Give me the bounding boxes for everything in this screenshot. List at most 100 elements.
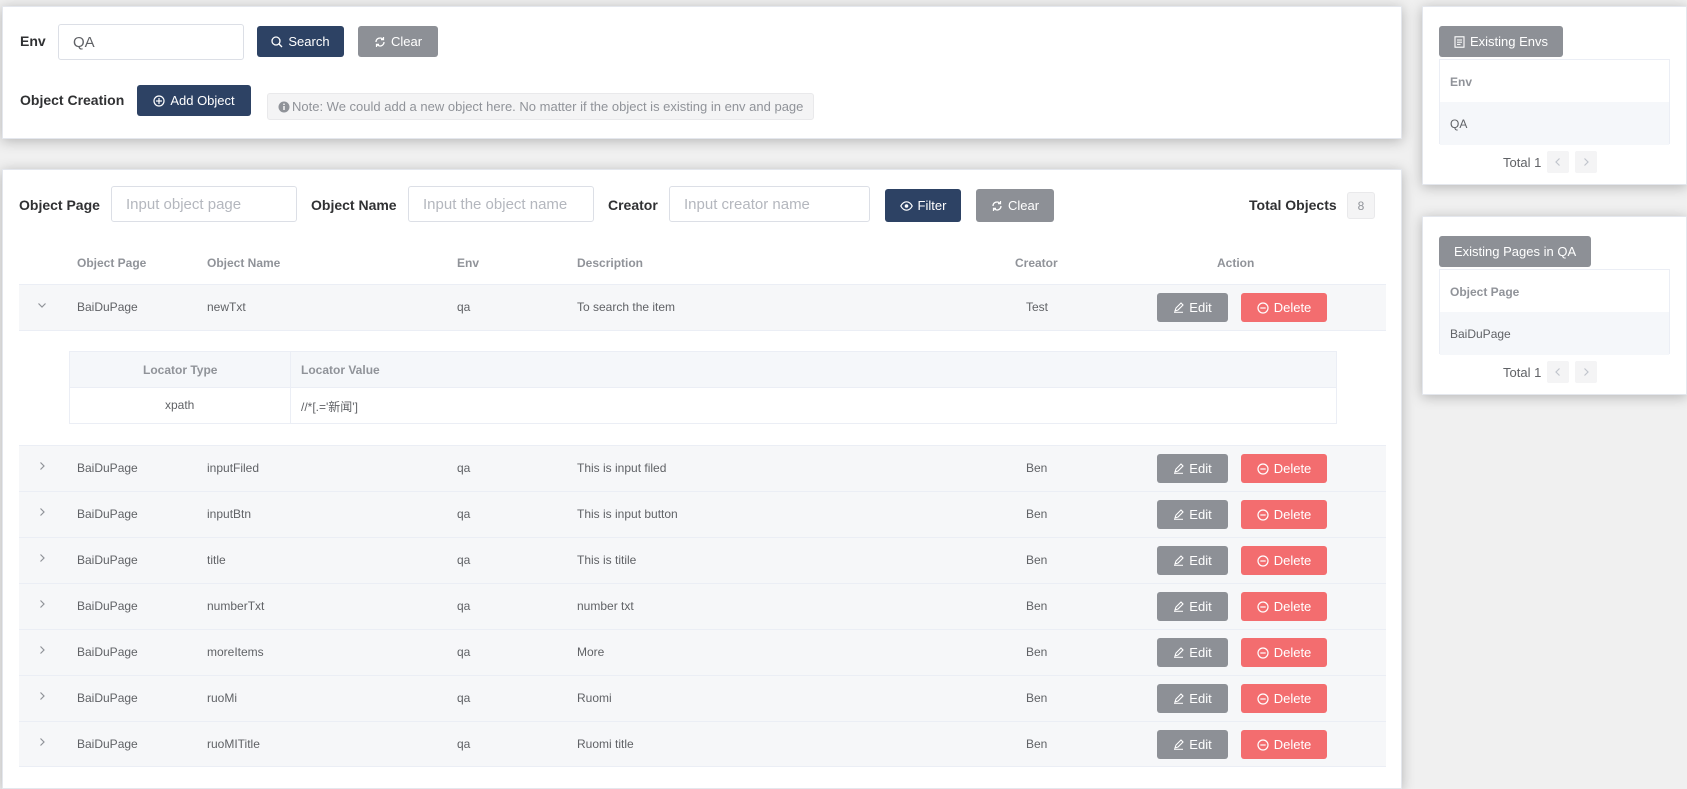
cell-object-page: BaiDuPage [77, 737, 138, 751]
chevron-right-icon[interactable] [37, 737, 47, 747]
add-object-button[interactable]: Add Object [137, 85, 251, 116]
table-row[interactable]: BaiDuPage title qa This is titile Ben Ed… [19, 537, 1386, 583]
edit-button[interactable]: Edit [1157, 293, 1228, 322]
edit-button-label: Edit [1189, 691, 1212, 706]
prev-page-button[interactable] [1547, 361, 1570, 383]
cell-object-page: BaiDuPage [77, 300, 138, 314]
chevron-right-icon[interactable] [37, 599, 47, 609]
search-icon [271, 35, 283, 48]
cell-description: This is titile [577, 553, 637, 567]
chevron-right-icon[interactable] [37, 645, 47, 655]
pages-pagination: Total 1 [1503, 361, 1598, 383]
minus-circle-icon [1257, 738, 1269, 751]
locator-table-divider [290, 352, 291, 423]
edit-button[interactable]: Edit [1157, 546, 1228, 575]
edit-button[interactable]: Edit [1157, 592, 1228, 621]
edit-icon [1173, 509, 1185, 520]
creator-filter-label: Creator [608, 197, 658, 213]
chevron-right-icon[interactable] [37, 507, 47, 517]
delete-button[interactable]: Delete [1241, 293, 1327, 322]
clear-env-button[interactable]: Clear [358, 26, 438, 57]
cell-object-name: moreItems [207, 645, 264, 659]
cell-creator: Ben [1026, 461, 1048, 475]
edit-button-label: Edit [1189, 507, 1212, 522]
chevron-right-icon[interactable] [37, 461, 47, 471]
next-page-button[interactable] [1575, 151, 1598, 173]
edit-button[interactable]: Edit [1157, 638, 1228, 667]
col-header-action: Action [1217, 256, 1255, 270]
refresh-icon [374, 36, 386, 48]
next-page-button[interactable] [1575, 361, 1598, 383]
cell-creator: Ben [1026, 507, 1048, 521]
envs-table-header-label: Env [1450, 75, 1473, 89]
table-row[interactable]: BaiDuPage moreItems qa More Ben Edit Del… [19, 629, 1386, 675]
cell-env: qa [457, 300, 471, 314]
delete-button[interactable]: Delete [1241, 500, 1327, 529]
table-row[interactable]: BaiDuPage ruoMi qa Ruomi Ben Edit Delete [19, 675, 1386, 721]
table-row[interactable]: BaiDuPage inputBtn qa This is input butt… [19, 491, 1386, 537]
filter-button[interactable]: Filter [885, 189, 961, 222]
env-search-card: Env Search Clear Object Creation Add Obj… [2, 6, 1402, 139]
cell-object-name: title [207, 553, 226, 567]
cell-creator: Ben [1026, 553, 1048, 567]
edit-icon [1173, 739, 1185, 750]
object-page-filter-input[interactable] [111, 186, 297, 222]
table-row[interactable]: BaiDuPage numberTxt qa number txt Ben Ed… [19, 583, 1386, 629]
info-icon [278, 101, 290, 113]
env-item-label: QA [1450, 117, 1468, 131]
delete-button-label: Delete [1273, 599, 1312, 614]
chevron-right-icon[interactable] [37, 553, 47, 563]
table-row[interactable]: BaiDuPage inputFiled qa This is input fi… [19, 445, 1386, 491]
chevron-right-icon[interactable] [37, 691, 47, 701]
edit-button-label: Edit [1189, 599, 1212, 614]
delete-button[interactable]: Delete [1241, 684, 1327, 713]
note-tag: Note: We could add a new object here. No… [267, 93, 815, 120]
creator-filter-input[interactable] [669, 186, 870, 222]
list-item[interactable]: BaiDuPage [1440, 312, 1669, 355]
edit-button[interactable]: Edit [1157, 730, 1228, 759]
delete-button[interactable]: Delete [1241, 730, 1327, 759]
edit-button[interactable]: Edit [1157, 454, 1228, 483]
delete-button[interactable]: Delete [1241, 454, 1327, 483]
chevron-left-icon [1554, 157, 1562, 167]
prev-page-button[interactable] [1547, 151, 1570, 173]
col-header-object-page: Object Page [77, 256, 147, 270]
cell-description: More [577, 645, 605, 659]
chevron-down-icon[interactable] [37, 300, 47, 310]
existing-envs-title: Existing Envs [1470, 34, 1549, 49]
table-row[interactable]: BaiDuPage ruoMITitle qa Ruomi title Ben … [19, 721, 1386, 767]
cell-object-name: numberTxt [207, 599, 265, 613]
edit-button-label: Edit [1189, 645, 1212, 660]
clear-filter-button[interactable]: Clear [976, 189, 1054, 222]
edit-button[interactable]: Edit [1157, 500, 1228, 529]
cell-object-page: BaiDuPage [77, 553, 138, 567]
col-header-description: Description [577, 256, 644, 270]
table-row[interactable]: BaiDuPage newTxt qa To search the item T… [19, 284, 1386, 330]
refresh-icon [991, 200, 1003, 212]
env-input[interactable] [58, 24, 244, 60]
col-header-creator: Creator [1015, 256, 1058, 270]
cell-creator: Ben [1026, 737, 1048, 751]
document-icon [1454, 35, 1465, 48]
col-header-env: Env [457, 256, 480, 270]
object-creation-label: Object Creation [20, 92, 125, 108]
edit-button[interactable]: Edit [1157, 684, 1228, 713]
list-item[interactable]: QA [1440, 102, 1669, 145]
cell-env: qa [457, 553, 471, 567]
search-button[interactable]: Search [257, 26, 344, 57]
cell-object-page: BaiDuPage [77, 691, 138, 705]
cell-object-page: BaiDuPage [77, 461, 138, 475]
filter-button-label: Filter [917, 198, 947, 213]
cell-object-name: inputFiled [207, 461, 260, 475]
object-name-filter-input[interactable] [408, 186, 594, 222]
cell-env: qa [457, 645, 471, 659]
locator-type-value: xpath [165, 398, 195, 412]
edit-icon [1173, 601, 1185, 612]
cell-description: This is input button [577, 507, 678, 521]
delete-button[interactable]: Delete [1241, 592, 1327, 621]
delete-button[interactable]: Delete [1241, 546, 1327, 575]
envs-table-header: Env [1440, 60, 1669, 103]
delete-button-label: Delete [1273, 461, 1312, 476]
pages-total: Total 1 [1503, 364, 1542, 380]
delete-button[interactable]: Delete [1241, 638, 1327, 667]
